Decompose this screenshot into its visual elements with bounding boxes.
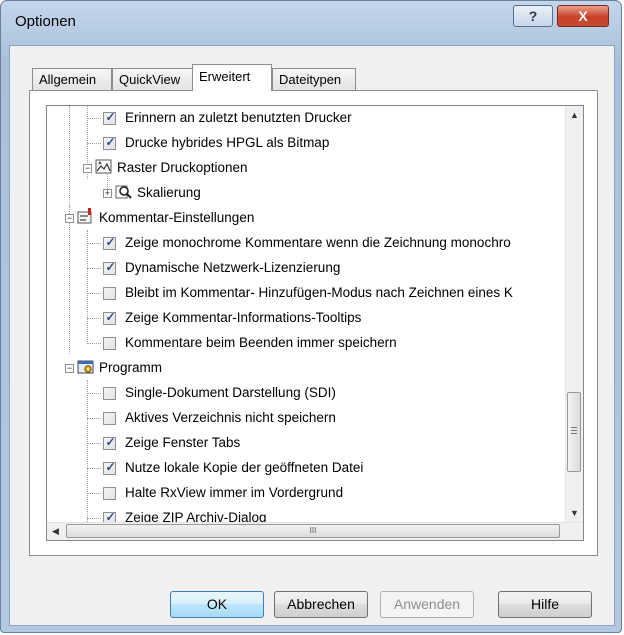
- scroll-grip-icon: III: [309, 526, 317, 535]
- apply-button[interactable]: Anwenden: [380, 591, 474, 618]
- close-button[interactable]: X: [557, 5, 609, 27]
- expand-toggle[interactable]: +: [103, 189, 112, 198]
- checkmark-icon: ✓: [105, 435, 116, 449]
- tree-item-label: Aktives Verzeichnis nicht speichern: [125, 410, 336, 425]
- scroll-down-icon[interactable]: ▼: [566, 508, 583, 518]
- vertical-scrollbar[interactable]: ▲ ▼: [565, 106, 583, 524]
- checkbox[interactable]: ✓: [103, 435, 116, 450]
- checkmark-icon: ✓: [105, 260, 116, 274]
- help-title-button[interactable]: ?: [513, 5, 553, 27]
- tree-line: [87, 343, 101, 344]
- tree-line: [87, 418, 101, 419]
- tree-line: [87, 243, 101, 244]
- checkbox[interactable]: [103, 412, 116, 425]
- scroll-corner: [566, 523, 583, 540]
- tab-label: Dateitypen: [279, 72, 342, 87]
- tab-label: Allgemein: [39, 72, 97, 87]
- checkbox[interactable]: ✓: [103, 135, 116, 150]
- tree-line: [87, 393, 101, 394]
- tree-line: [87, 143, 101, 144]
- program-settings-icon: [77, 360, 94, 374]
- tree-item-label: Zeige Fenster Tabs: [125, 435, 241, 450]
- title-bar[interactable]: Optionen ? X: [1, 1, 621, 45]
- checkmark-icon: ✓: [105, 110, 116, 124]
- tree-line: [87, 293, 101, 294]
- collapse-toggle[interactable]: −: [83, 164, 92, 173]
- tab-dateitypen[interactable]: Dateitypen: [272, 68, 356, 90]
- horizontal-scrollbar[interactable]: ◀ III ▶: [47, 522, 583, 540]
- tree-line: [69, 206, 70, 354]
- tree-item-label: Drucke hybrides HPGL als Bitmap: [125, 135, 330, 150]
- checkbox[interactable]: [103, 287, 116, 300]
- tree-line: [87, 380, 88, 524]
- tree-item-label: Skalierung: [137, 185, 201, 200]
- checkbox[interactable]: ✓: [103, 460, 116, 475]
- checkbox[interactable]: [103, 337, 116, 350]
- raster-print-icon: [95, 159, 112, 174]
- tab-page-erweitert: ✓ Erinnern an zuletzt benutzten Drucker …: [29, 90, 598, 556]
- checkmark-icon: ✓: [105, 235, 116, 249]
- checkbox[interactable]: ✓: [103, 260, 116, 275]
- help-button[interactable]: Hilfe: [498, 591, 592, 618]
- tree-item-label: Bleibt im Kommentar- Hinzufügen-Modus na…: [125, 285, 513, 300]
- dialog-client-area: Allgemein QuickView Erweitert Dateitypen…: [9, 45, 615, 626]
- tab-allgemein[interactable]: Allgemein: [32, 68, 112, 90]
- tree-item-label: Zeige monochrome Kommentare wenn die Zei…: [125, 235, 511, 250]
- tree-line: [87, 518, 101, 519]
- collapse-toggle[interactable]: −: [65, 364, 74, 373]
- checkbox[interactable]: [103, 387, 116, 400]
- tree-item-label: Programm: [99, 360, 163, 375]
- tree-line: [69, 106, 70, 206]
- tree-line: [87, 230, 88, 342]
- options-dialog: Optionen ? X Allgemein QuickView Erweite…: [0, 0, 622, 633]
- checkbox[interactable]: ✓: [103, 235, 116, 250]
- tree-line: [87, 118, 101, 119]
- tab-erweitert[interactable]: Erweitert: [192, 64, 272, 91]
- tree-line: [87, 443, 101, 444]
- help-icon: ?: [528, 8, 538, 24]
- window-title: Optionen: [15, 13, 76, 30]
- close-icon: X: [578, 8, 588, 24]
- cancel-button[interactable]: Abbrechen: [274, 591, 368, 618]
- tree-item-label: Kommentar-Einstellungen: [99, 210, 255, 225]
- checkbox[interactable]: ✓: [103, 310, 116, 325]
- tree-item-label: Nutze lokale Kopie der geöffneten Datei: [125, 460, 364, 475]
- comment-settings-icon: [77, 208, 92, 224]
- scroll-left-icon[interactable]: ◀: [47, 526, 64, 537]
- tree-item-label: Erinnern an zuletzt benutzten Drucker: [125, 110, 352, 125]
- scaling-magnifier-icon: [115, 185, 132, 199]
- tab-quickview[interactable]: QuickView: [112, 68, 194, 90]
- checkbox[interactable]: ✓: [103, 110, 116, 125]
- collapse-toggle[interactable]: −: [65, 214, 74, 223]
- checkmark-icon: ✓: [105, 135, 116, 149]
- scroll-up-icon[interactable]: ▲: [566, 110, 583, 120]
- tree-item-label: Halte RxView immer im Vordergrund: [125, 485, 344, 500]
- tree-item-label: Kommentare beim Beenden immer speichern: [125, 335, 397, 350]
- vertical-scroll-thumb[interactable]: [567, 392, 581, 472]
- tree-line: [87, 493, 101, 494]
- ok-button[interactable]: OK: [170, 591, 264, 618]
- tree-item-label: Zeige Kommentar-Informations-Tooltips: [125, 310, 362, 325]
- checkbox[interactable]: [103, 487, 116, 500]
- options-tree[interactable]: ✓ Erinnern an zuletzt benutzten Drucker …: [46, 105, 584, 541]
- tree-item-label: Dynamische Netzwerk-Lizenzierung: [125, 260, 341, 275]
- tree-item-label: Single-Dokument Darstellung (SDI): [125, 385, 336, 400]
- tab-label: Erweitert: [199, 69, 251, 84]
- horizontal-scroll-thumb[interactable]: III: [66, 524, 560, 538]
- tab-label: QuickView: [119, 72, 181, 87]
- tree-line: [87, 318, 101, 319]
- tree-line: [87, 268, 101, 269]
- checkmark-icon: ✓: [105, 310, 116, 324]
- checkmark-icon: ✓: [105, 460, 116, 474]
- tree-line: [87, 468, 101, 469]
- tree-item-label: Raster Druckoptionen: [117, 160, 248, 175]
